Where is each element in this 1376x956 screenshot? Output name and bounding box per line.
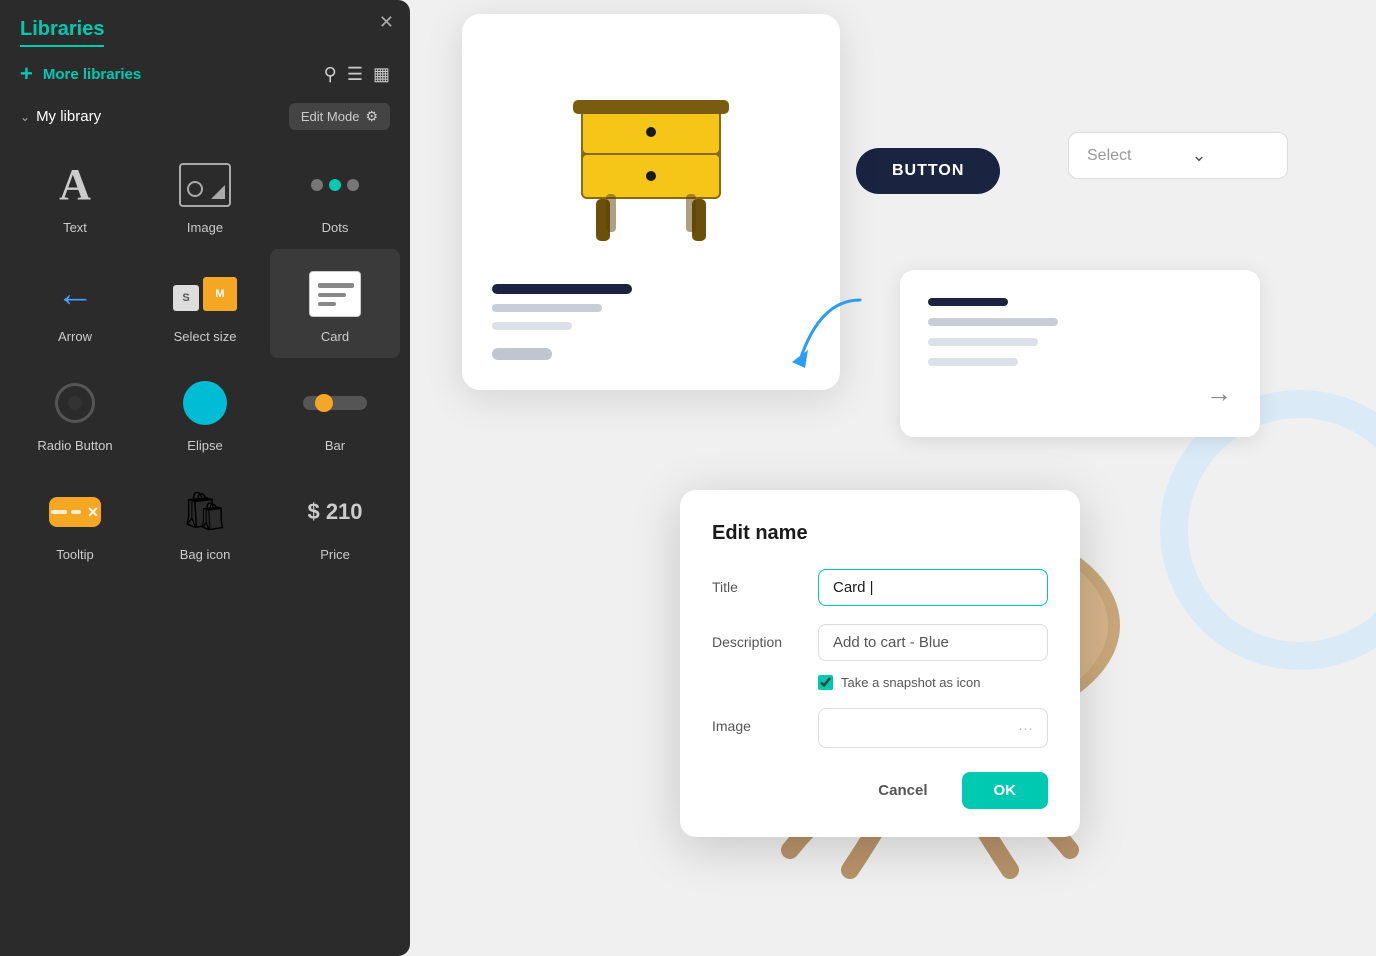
sidebar-title: Libraries xyxy=(20,18,104,47)
sidebar-item-ellipse[interactable]: Elipse xyxy=(140,358,270,467)
sidebar-item-label: Radio Button xyxy=(37,438,112,453)
sidebar-item-label: Price xyxy=(320,547,350,562)
sidebar-item-price[interactable]: $ 210 Price xyxy=(270,467,400,576)
sidebar-item-arrow[interactable]: ← Arrow xyxy=(10,249,140,358)
title-row: Title xyxy=(712,569,1048,606)
sidebar-header: Libraries xyxy=(0,0,410,47)
button-label: BUTTON xyxy=(892,162,964,179)
sidebar-item-label: Bar xyxy=(325,438,345,453)
image-input[interactable]: ··· xyxy=(818,708,1048,748)
add-library-button[interactable]: + xyxy=(20,61,33,87)
library-title: ⌄ My library xyxy=(20,108,101,125)
image-icon xyxy=(179,158,231,212)
bag-icon-icon: 🛍 xyxy=(181,485,229,539)
dots-icon xyxy=(311,158,359,212)
dialog-title: Edit name xyxy=(712,522,1048,545)
select-size-icon: S M xyxy=(173,267,237,321)
select-placeholder: Select xyxy=(1087,147,1131,165)
library-grid: A Text Image Dots ← xyxy=(0,140,410,576)
small-card: → xyxy=(900,270,1260,437)
image-label: Image xyxy=(712,708,802,734)
sidebar-item-label: Select size xyxy=(174,329,237,344)
snapshot-label: Take a snapshot as icon xyxy=(841,675,980,690)
sidebar-item-label: Image xyxy=(187,220,223,235)
description-row: Description Take a snapshot as icon xyxy=(712,624,1048,690)
canvas: BUTTON Select ⌄ xyxy=(410,0,1376,956)
sidebar-item-dots[interactable]: Dots xyxy=(270,140,400,249)
small-card-arrow: → xyxy=(1206,378,1232,409)
card-price-line xyxy=(492,348,552,360)
arrow-icon: ← xyxy=(56,267,94,321)
radio-button-icon xyxy=(55,376,95,430)
text-icon: A xyxy=(59,158,91,212)
sidebar-item-label: Dots xyxy=(322,220,349,235)
library-header: ⌄ My library Edit Mode ⚙ xyxy=(0,97,410,140)
edit-name-dialog: Edit name Title Description Take a snaps… xyxy=(680,490,1080,837)
small-card-line2 xyxy=(928,338,1038,346)
card-content-lines xyxy=(492,284,810,360)
select-element[interactable]: Select ⌄ xyxy=(1068,132,1288,179)
card-desc-line2 xyxy=(492,322,572,330)
title-label: Title xyxy=(712,569,802,595)
sidebar-item-card[interactable]: Card xyxy=(270,249,400,358)
chevron-down-icon: ⌄ xyxy=(1191,145,1206,166)
sidebar-item-select-size[interactable]: S M Select size xyxy=(140,249,270,358)
sidebar-item-label: Elipse xyxy=(187,438,222,453)
more-libraries-link[interactable]: More libraries xyxy=(43,66,141,83)
chevron-icon: ⌄ xyxy=(20,110,30,124)
sidebar-item-label: Card xyxy=(321,329,349,344)
cancel-button[interactable]: Cancel xyxy=(860,772,945,809)
ok-button[interactable]: OK xyxy=(962,772,1049,809)
sidebar-item-label: Tooltip xyxy=(56,547,94,562)
ellipse-icon xyxy=(183,376,227,430)
sidebar-item-tooltip[interactable]: ✕ Tooltip xyxy=(10,467,140,576)
sidebar-item-label: Bag icon xyxy=(180,547,231,562)
sidebar-item-image[interactable]: Image xyxy=(140,140,270,249)
image-row: Image ··· xyxy=(712,708,1048,748)
sidebar-item-label: Text xyxy=(63,220,87,235)
dialog-actions: Cancel OK xyxy=(712,772,1048,809)
button-element[interactable]: BUTTON xyxy=(856,148,1000,194)
edit-mode-button[interactable]: Edit Mode ⚙ xyxy=(289,103,390,130)
menu-icon[interactable]: ☰ xyxy=(347,64,363,85)
price-icon: $ 210 xyxy=(307,485,362,539)
sidebar-item-text[interactable]: A Text xyxy=(10,140,140,249)
card-icon xyxy=(309,267,361,321)
product-image xyxy=(492,44,810,264)
card-title-line xyxy=(492,284,632,294)
tooltip-icon: ✕ xyxy=(49,485,101,539)
card-desc-line1 xyxy=(492,304,602,312)
description-input[interactable] xyxy=(818,624,1048,661)
my-library-label: My library xyxy=(36,108,101,125)
edit-mode-label: Edit Mode xyxy=(301,109,360,124)
snapshot-checkbox[interactable] xyxy=(818,675,833,690)
sidebar-item-label: Arrow xyxy=(58,329,92,344)
sidebar-item-radio-button[interactable]: Radio Button xyxy=(10,358,140,467)
snapshot-row: Take a snapshot as icon xyxy=(818,675,1048,690)
sidebar: ✕ Libraries + More libraries ⚲ ☰ ▦ ⌄ My … xyxy=(0,0,410,956)
close-icon[interactable]: ✕ xyxy=(379,12,394,33)
description-label: Description xyxy=(712,624,802,650)
nightstand-svg xyxy=(551,54,751,254)
small-card-line1 xyxy=(928,318,1058,326)
bar-icon xyxy=(303,376,367,430)
sidebar-item-bag[interactable]: 🛍 Bag icon xyxy=(140,467,270,576)
card-annotation-arrow xyxy=(770,290,890,395)
grid-icon[interactable]: ▦ xyxy=(373,64,390,85)
title-input[interactable] xyxy=(818,569,1048,606)
sidebar-toolbar: + More libraries ⚲ ☰ ▦ xyxy=(0,47,410,97)
gear-icon: ⚙ xyxy=(365,108,378,125)
search-icon[interactable]: ⚲ xyxy=(324,64,337,85)
image-dots-icon: ··· xyxy=(1018,720,1033,737)
small-card-title-line xyxy=(928,298,1008,306)
sidebar-item-bar[interactable]: Bar xyxy=(270,358,400,467)
